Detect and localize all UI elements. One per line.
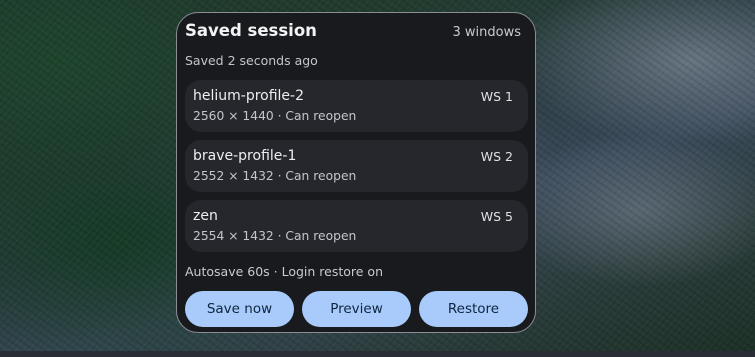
panel-header: Saved session 3 windows	[185, 21, 521, 40]
session-workspace: WS 2	[480, 149, 513, 164]
session-name: helium-profile-2	[193, 88, 305, 104]
session-name: brave-profile-1	[193, 148, 297, 164]
session-details: 2560 × 1440 · Can reopen	[193, 109, 357, 123]
session-name: zen	[193, 208, 218, 224]
session-item-helium-profile-2[interactable]: helium-profile-2 2560 × 1440 · Can reope…	[185, 80, 528, 132]
session-item-brave-profile-1[interactable]: brave-profile-1 2552 × 1432 · Can reopen…	[185, 140, 528, 192]
window-count: 3 windows	[452, 25, 522, 40]
restore-button[interactable]: Restore	[419, 291, 528, 327]
session-workspace: WS 1	[480, 89, 513, 104]
panel-title: Saved session	[185, 21, 317, 40]
action-bar: Save now Preview Restore	[185, 291, 528, 327]
saved-status: Saved 2 seconds ago	[185, 53, 318, 68]
save-now-button[interactable]: Save now	[185, 291, 294, 327]
autosave-status: Autosave 60s · Login restore on	[185, 264, 384, 279]
saved-session-panel: Saved session 3 windows Saved 2 seconds …	[176, 12, 536, 333]
session-list: helium-profile-2 2560 × 1440 · Can reope…	[185, 80, 528, 260]
session-details: 2554 × 1432 · Can reopen	[193, 229, 357, 243]
preview-button[interactable]: Preview	[302, 291, 411, 327]
session-workspace: WS 5	[480, 209, 513, 224]
screen-bottom-edge	[0, 351, 755, 357]
session-details: 2552 × 1432 · Can reopen	[193, 169, 357, 183]
session-item-zen[interactable]: zen 2554 × 1432 · Can reopen WS 5	[185, 200, 528, 252]
